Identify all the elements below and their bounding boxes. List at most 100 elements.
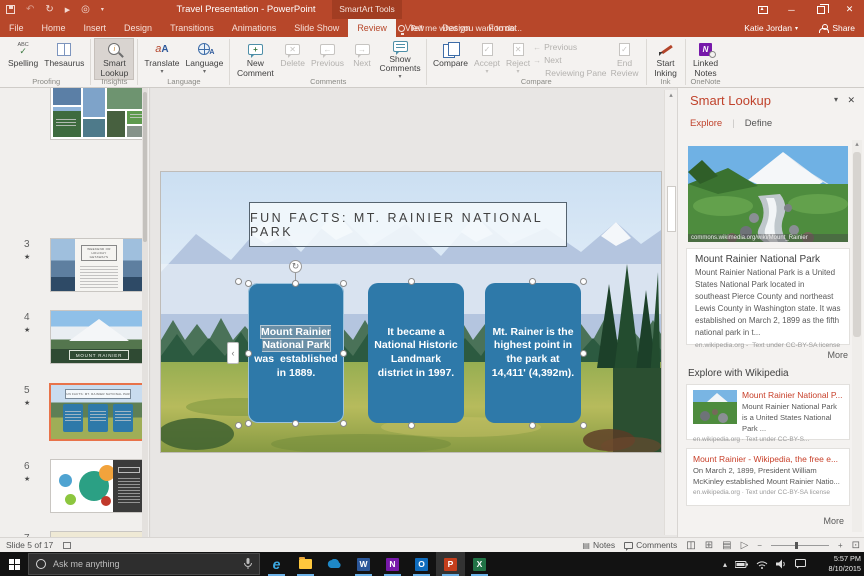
taskbar-clock[interactable]: 5:57 PM 8/10/2015 (829, 554, 861, 574)
compare-button[interactable]: Compare (430, 38, 471, 80)
selection-handle[interactable] (340, 350, 347, 357)
pane-scrollbar[interactable]: ▴ (852, 140, 862, 532)
zoom-out-button[interactable]: − (757, 541, 762, 550)
scroll-up-icon[interactable]: ▴ (665, 90, 677, 102)
frame-handle[interactable] (580, 422, 587, 429)
taskbar-outlook[interactable]: O (407, 552, 436, 576)
selection-handle[interactable] (292, 280, 299, 287)
start-inking-button[interactable]: Start Inking (650, 38, 682, 80)
cortana-search-box[interactable]: Ask me anything (28, 553, 260, 575)
selection-handle[interactable] (245, 420, 252, 427)
close-icon[interactable]: ✕ (835, 0, 864, 19)
next-change-button[interactable]: → Next (533, 54, 606, 66)
tab-file[interactable]: File (0, 19, 33, 37)
frame-handle[interactable] (408, 422, 415, 429)
selection-handle[interactable] (245, 280, 252, 287)
tell-me-box[interactable]: Tell me what you want to do... (398, 19, 522, 37)
more-link[interactable]: More (827, 350, 848, 360)
restore-icon[interactable] (806, 0, 835, 19)
ribbon-display-options-icon[interactable] (748, 0, 777, 19)
next-comment-button[interactable]: → Next (347, 38, 377, 80)
frame-handle[interactable] (529, 278, 536, 285)
frame-handle[interactable] (580, 278, 587, 285)
more-link[interactable]: More (823, 516, 844, 526)
selection-handle[interactable] (292, 420, 299, 427)
save-icon[interactable] (6, 5, 15, 14)
fact-box-3[interactable]: Mt. Rainer is the highest point in the p… (485, 283, 581, 423)
touch-mode-icon[interactable]: ◎ (81, 4, 90, 15)
taskbar-onedrive[interactable] (320, 552, 349, 576)
wifi-icon[interactable] (756, 560, 768, 569)
fact-box-1[interactable]: Mount Rainier National Park was establis… (248, 283, 344, 423)
tab-slide-show[interactable]: Slide Show (285, 19, 348, 37)
wikipedia-result-2[interactable]: Mount Rainier - Wikipedia, the free e...… (686, 448, 850, 506)
thumbnail-slide-4[interactable]: MOUNT RAINIER (50, 310, 146, 364)
linked-notes-button[interactable]: N Linked Notes (689, 38, 723, 80)
language-button[interactable]: A Language ▾ (183, 38, 227, 80)
highlighted-text[interactable]: Mount Rainier National Park (261, 325, 331, 352)
frame-handle[interactable] (235, 278, 242, 285)
thesaurus-button[interactable]: Thesaurus (41, 38, 87, 80)
normal-view-button[interactable]: ◫ (686, 540, 695, 551)
thumbnail-scrollbar[interactable] (142, 88, 148, 537)
thumbnail-slide-2[interactable] (50, 88, 146, 140)
taskbar-file-explorer[interactable] (291, 552, 320, 576)
frame-handle[interactable] (235, 422, 242, 429)
account-menu[interactable]: Katie Jordan ▾ (744, 19, 798, 37)
editor-vertical-scrollbar[interactable]: ▴ (664, 90, 677, 535)
taskbar-powerpoint-active[interactable]: P (436, 552, 465, 576)
spelling-button[interactable]: ABC ✓ Spelling (5, 38, 41, 80)
notes-page-icon[interactable] (63, 541, 72, 549)
translate-button[interactable]: aA Translate ▾ (141, 38, 182, 80)
start-slideshow-icon[interactable]: ▶ (65, 6, 70, 14)
tab-transitions[interactable]: Transitions (161, 19, 223, 37)
tab-design[interactable]: Design (115, 19, 161, 37)
previous-comment-button[interactable]: ← Previous (308, 38, 347, 80)
taskbar-word[interactable]: W (349, 552, 378, 576)
smart-lookup-button[interactable]: i Smart Lookup (94, 38, 135, 80)
zoom-slider[interactable] (770, 541, 829, 549)
pane-close-icon[interactable]: ✕ (847, 95, 855, 106)
frame-handle[interactable] (580, 350, 587, 357)
taskbar-edge[interactable]: e (262, 552, 291, 576)
taskbar-onenote[interactable]: N (378, 552, 407, 576)
thumbnail-slide-5-selected[interactable]: FUN FACTS: MT. RAINIER NATIONAL PARK (49, 383, 147, 441)
redo-icon[interactable]: ↻ (45, 4, 53, 15)
pane-options-caret-icon[interactable]: ▾ (834, 95, 838, 104)
minimize-icon[interactable]: ─ (777, 0, 806, 19)
scroll-up-icon[interactable]: ▴ (852, 140, 862, 150)
frame-handle[interactable] (408, 278, 415, 285)
thumbnail-slide-3[interactable]: WEEKEND OR HOLIDAY GETAWAYS (50, 238, 146, 292)
slide-canvas[interactable]: FUN FACTS: MT. RAINIER NATIONAL PARK Mou… (161, 172, 661, 452)
previous-change-button[interactable]: ← Previous (533, 41, 606, 53)
scrollbar-thumb[interactable] (853, 152, 861, 337)
end-review-button[interactable]: ✓ End Review (607, 38, 643, 80)
thumbnail-slide-6[interactable] (50, 459, 146, 513)
rotate-handle-icon[interactable]: ↻ (289, 260, 302, 273)
fact-box-2[interactable]: It became a National Historic Landmark d… (368, 283, 464, 423)
zoom-slider-knob[interactable] (794, 541, 798, 549)
tab-home[interactable]: Home (33, 19, 75, 37)
reject-button[interactable]: ✕ Reject ▾ (503, 38, 533, 80)
zoom-in-button[interactable]: + (838, 541, 843, 550)
accept-button[interactable]: ✓ Accept ▾ (471, 38, 503, 80)
start-button[interactable] (0, 552, 28, 576)
slide-title-box[interactable]: FUN FACTS: MT. RAINIER NATIONAL PARK (249, 202, 567, 247)
frame-handle[interactable] (529, 422, 536, 429)
fit-slide-button[interactable]: ⊡ (852, 540, 860, 551)
notes-toggle-button[interactable]: ▤ Notes (582, 540, 615, 550)
new-comment-button[interactable]: + New Comment (233, 38, 277, 80)
delete-comment-button[interactable]: ✕ Delete (277, 38, 308, 80)
taskbar-excel[interactable]: X (465, 552, 494, 576)
show-comments-button[interactable]: Show Comments ▾ (377, 38, 423, 80)
slideshow-view-button[interactable]: ▷ (741, 540, 749, 551)
comments-toggle-button[interactable]: Comments (624, 540, 677, 551)
slide-sorter-view-button[interactable]: ⊞ (705, 540, 713, 551)
tab-review[interactable]: Review (348, 19, 396, 37)
scrollbar-thumb[interactable] (667, 186, 676, 232)
wikipedia-result-1[interactable]: Mount Rainier National P... Mount Rainie… (686, 384, 850, 443)
battery-icon[interactable] (735, 560, 748, 569)
tab-insert[interactable]: Insert (75, 19, 116, 37)
selection-handle[interactable] (340, 280, 347, 287)
result-photo[interactable]: commons.wikimedia.org/wiki/Mount_Rainier (688, 146, 848, 242)
